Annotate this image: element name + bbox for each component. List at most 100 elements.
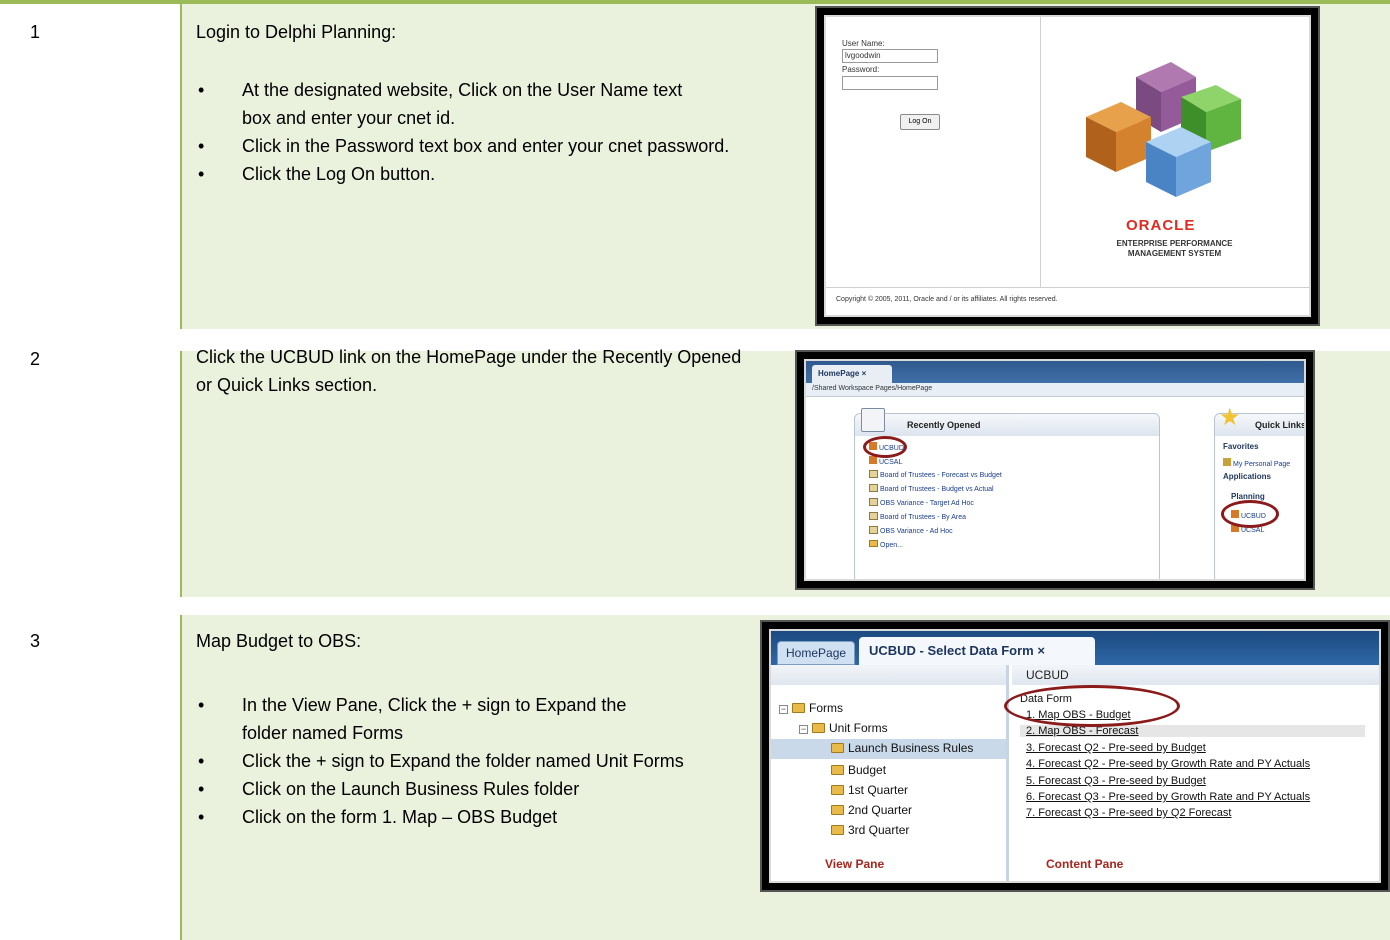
step-title: Click the UCBUD link on the HomePage und… [196, 347, 742, 395]
recent-item[interactable]: Board of Trustees - By Area [869, 512, 966, 521]
report-icon [869, 498, 878, 506]
bullet-item: Click the + sign to Expand the folder na… [196, 747, 696, 775]
collapse-icon[interactable]: − [799, 725, 808, 734]
dataform-screenshot: HomePage UCBUD - Select Data Form × − For… [760, 620, 1390, 892]
favorites-heading: Favorites [1223, 442, 1259, 451]
form-link[interactable]: 5. Forecast Q3 - Pre-seed by Budget [1026, 775, 1206, 787]
bullet-item: Click the Log On button. [196, 160, 756, 188]
highlight-ring [1221, 500, 1279, 528]
login-screenshot: User Name: lvgoodwin Password: Log On OR… [815, 6, 1320, 326]
form-link[interactable]: 3. Forecast Q2 - Pre-seed by Budget [1026, 742, 1206, 754]
breadcrumb: /Shared Workspace Pages/HomePage [806, 383, 1304, 397]
tree-node-label: 1st Quarter [848, 783, 909, 797]
star-icon: ★ [1219, 404, 1241, 431]
open-folder-icon [869, 540, 878, 547]
tree-node-1st-quarter[interactable]: 1st Quarter [831, 783, 908, 797]
login-screen: User Name: lvgoodwin Password: Log On OR… [824, 15, 1311, 317]
quick-links-panel: ★ Quick Links Favorites My Personal Page… [1214, 406, 1304, 579]
folder-icon [792, 703, 805, 713]
password-field[interactable] [842, 76, 938, 90]
tab-homepage[interactable]: HomePage × [812, 365, 892, 383]
tree-node-label: Forms [809, 701, 843, 715]
dataform-screen: HomePage UCBUD - Select Data Form × − For… [769, 629, 1381, 883]
close-icon[interactable]: × [862, 369, 867, 378]
personal-page-icon [1223, 458, 1231, 466]
tab-homepage[interactable]: HomePage [777, 641, 855, 665]
folder-icon [831, 805, 844, 815]
view-pane-label: View Pane [825, 857, 885, 871]
open-label: Open... [880, 542, 903, 549]
username-label: User Name: [842, 39, 885, 48]
username-field[interactable]: lvgoodwin [842, 49, 938, 63]
tree-node-label: 2nd Quarter [848, 803, 913, 817]
report-icon [869, 512, 878, 520]
recent-item-label: UCSAL [879, 459, 903, 466]
step-title: Login to Delphi Planning: [196, 22, 397, 42]
report-icon [869, 470, 878, 478]
logon-button[interactable]: Log On [900, 114, 940, 130]
collapse-icon[interactable]: − [779, 705, 788, 714]
recent-item[interactable]: OBS Variance - Target Ad Hoc [869, 498, 974, 507]
form-link[interactable]: 2. Map OBS - Forecast [1020, 725, 1365, 737]
recent-item[interactable]: Board of Trustees - Forecast vs Budget [869, 470, 1002, 479]
close-icon[interactable]: × [1037, 643, 1045, 658]
step-number: 1 [30, 22, 41, 42]
tree-node-forms[interactable]: − Forms [779, 701, 843, 715]
form-link[interactable]: 6. Forecast Q3 - Pre-seed by Growth Rate… [1026, 791, 1310, 803]
step-number: 2 [30, 349, 41, 369]
highlight-ring [863, 436, 907, 458]
personal-page-label: My Personal Page [1233, 461, 1291, 468]
dataform-tabbar: HomePage UCBUD - Select Data Form × [771, 631, 1379, 665]
content-pane-label: Content Pane [1046, 857, 1124, 871]
report-icon [869, 484, 878, 492]
tab-label: UCBUD - Select Data Form [869, 643, 1034, 658]
content-pane-header: UCBUD [1012, 665, 1379, 685]
tree-node-budget[interactable]: Budget [831, 763, 886, 777]
tree-node-label: 3rd Quarter [848, 823, 910, 837]
recent-item-label: Board of Trustees - Forecast vs Budget [880, 472, 1002, 479]
folder-icon [831, 743, 844, 753]
folder-icon [812, 723, 825, 733]
recently-opened-title: Recently Opened [907, 420, 981, 430]
tree-node-label: Launch Business Rules [848, 741, 974, 755]
content-pane: UCBUD Data Form 1. Map OBS - Budget 2. M… [1004, 665, 1379, 881]
highlight-ring [1004, 685, 1180, 727]
folder-icon [831, 765, 844, 775]
recent-item-label: OBS Variance - Target Ad Hoc [880, 500, 974, 507]
tree-node-3rd-quarter[interactable]: 3rd Quarter [831, 823, 909, 837]
homepage-tabbar: HomePage × [806, 361, 1304, 383]
open-link[interactable]: Open... [869, 540, 903, 549]
bullet-item: Click in the Password text box and enter… [196, 132, 736, 160]
copyright-text: Copyright © 2005, 2011, Oracle and / or … [836, 296, 1058, 303]
quick-link-label: UCSAL [1241, 527, 1265, 534]
folder-icon [831, 825, 844, 835]
homepage-screenshot: HomePage × /Shared Workspace Pages/HomeP… [795, 350, 1315, 590]
bullet-item: In the View Pane, Click the + sign to Ex… [196, 691, 666, 747]
tree-node-launch-business-rules[interactable]: Launch Business Rules [771, 739, 1006, 759]
tree-node-2nd-quarter[interactable]: 2nd Quarter [831, 803, 912, 817]
personal-page-link[interactable]: My Personal Page [1223, 458, 1290, 468]
step-bullets: At the designated website, Click on the … [196, 76, 756, 188]
recent-item-label: Board of Trustees - By Area [880, 514, 966, 521]
step-bullets: In the View Pane, Click the + sign to Ex… [196, 691, 756, 831]
tree-node-label: Unit Forms [829, 721, 888, 735]
document-icon [861, 408, 885, 432]
bullet-item: Click on the Launch Business Rules folde… [196, 775, 756, 803]
epm-subtitle: ENTERPRISE PERFORMANCE MANAGEMENT SYSTEM [1116, 239, 1233, 258]
tab-select-data-form[interactable]: UCBUD - Select Data Form × [859, 637, 1095, 665]
password-label: Password: [842, 65, 880, 74]
form-link[interactable]: 7. Forecast Q3 - Pre-seed by Q2 Forecast [1026, 807, 1231, 819]
oracle-cubes-logo [1086, 62, 1241, 197]
view-pane: − Forms − Unit Forms Launch Business Rules… [771, 665, 1009, 881]
footer-divider [826, 287, 1309, 288]
form-link[interactable]: 4. Forecast Q2 - Pre-seed by Growth Rate… [1026, 758, 1310, 770]
tree-node-unit-forms[interactable]: − Unit Forms [799, 721, 888, 735]
bullet-item: At the designated website, Click on the … [196, 76, 696, 132]
panel-header: Recently Opened [855, 408, 1159, 436]
recent-item[interactable]: Board of Trustees - Budget vs Actual [869, 484, 994, 493]
recent-item[interactable]: OBS Variance - Ad Hoc [869, 526, 953, 535]
applications-heading: Applications [1223, 472, 1272, 481]
folder-icon [831, 785, 844, 795]
login-form: User Name: lvgoodwin Password: Log On [826, 17, 1041, 287]
report-icon [869, 526, 878, 534]
